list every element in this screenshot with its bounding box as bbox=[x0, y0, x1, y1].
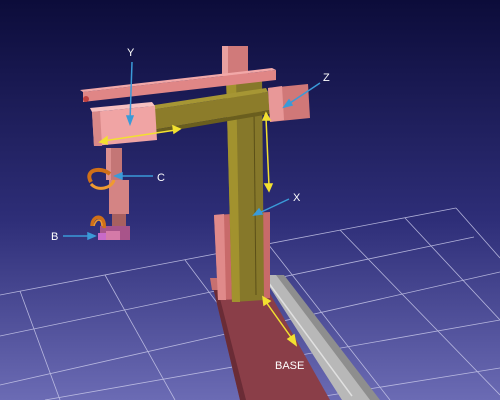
end-effector bbox=[98, 226, 130, 240]
label-base: BASE bbox=[275, 360, 304, 372]
label-c: C bbox=[157, 172, 165, 184]
robot-gantry-diagram: Y Z C X B BASE bbox=[0, 0, 500, 400]
label-x: X bbox=[293, 192, 301, 204]
label-y: Y bbox=[127, 47, 135, 59]
label-b: B bbox=[51, 231, 58, 243]
label-z: Z bbox=[323, 72, 330, 84]
y-carriage bbox=[90, 102, 157, 146]
